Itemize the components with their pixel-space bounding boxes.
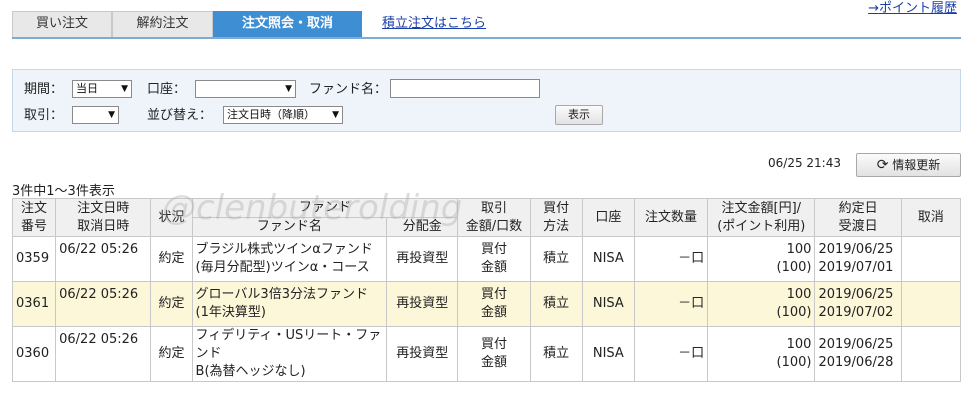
col-order-no: 注文 番号 [11, 198, 57, 237]
order-status: 約定 [150, 326, 193, 382]
order-table: 注文 番号 注文日時 取消日時 状況 ファンド 取引 金額/口数 買付 方法 口座 注文… [11, 198, 962, 382]
cancel-cell [900, 281, 962, 327]
order-date: 06/22 05:26 [55, 236, 152, 282]
col-fund-group: ファンド [191, 198, 459, 218]
distribution: 再投資型 [386, 281, 459, 327]
account-select[interactable]: ▼ [195, 80, 296, 98]
chevron-down-icon: ▼ [108, 110, 115, 120]
cancel-cell [900, 236, 962, 282]
cancel-cell [900, 326, 962, 382]
refresh-button-label: 情報更新 [892, 158, 941, 172]
sort-label: 並び替え： [147, 108, 213, 123]
col-distribution: 分配金 [386, 217, 459, 237]
pay-method: 積立 [529, 326, 583, 382]
account-label: 口座： [147, 82, 187, 97]
amount: 100 (100) [707, 326, 816, 382]
order-date: 06/22 05:26 [55, 281, 152, 327]
account: NISA [581, 326, 635, 382]
table-row[interactable]: 0360 06/22 05:26 約定 フィデリティ・USリート・ファンド B(為… [11, 326, 962, 382]
period-select[interactable]: 当日 ▼ [72, 80, 132, 98]
pay-method: 積立 [529, 236, 583, 282]
col-trade: 取引 金額/口数 [457, 198, 531, 237]
distribution: 再投資型 [386, 236, 459, 282]
sort-select[interactable]: 注文日時（降順） ▼ [223, 106, 343, 124]
dates: 2019/06/25 2019/06/28 [814, 326, 902, 382]
order-status: 約定 [150, 236, 193, 282]
fund-name[interactable]: ブラジル株式ツインαファンド (毎月分配型)ツインα・コース [191, 236, 388, 282]
table-row[interactable]: 0359 06/22 05:26 約定 ブラジル株式ツインαファンド (毎月分配型… [11, 236, 962, 282]
update-timestamp: 06/25 21:43 [768, 156, 841, 170]
accumulation-order-link[interactable]: 積立注文はこちら [382, 12, 486, 31]
refresh-icon: ⟳ [876, 157, 889, 173]
fund-name[interactable]: グローバル3倍3分法ファンド (1年決算型) [191, 281, 388, 327]
period-select-value: 当日 [76, 82, 98, 95]
display-button[interactable]: 表示 [555, 105, 603, 125]
order-status: 約定 [150, 281, 193, 327]
trade-label: 取引： [24, 108, 64, 123]
distribution: 再投資型 [386, 326, 459, 382]
period-label: 期間： [24, 82, 64, 97]
trade-type: 買付 金額 [457, 326, 531, 382]
dates: 2019/06/25 2019/07/02 [814, 281, 902, 327]
filter-panel: 期間： 当日 ▼ 口座： ▼ ファンド名： 取引： ▼ 並び替え： 注文日時（降… [12, 69, 961, 132]
trade-type: 買付 金額 [457, 236, 531, 282]
col-quantity: 注文数量 [633, 198, 709, 237]
account: NISA [581, 281, 635, 327]
sort-select-value: 注文日時（降順） [227, 108, 315, 121]
amount: 100 (100) [707, 281, 816, 327]
tab-cancel-order[interactable]: 解約注文 [112, 11, 213, 37]
col-amount: 注文金額[円]/(ポイント利用) [707, 198, 816, 237]
trade-type: 買付 金額 [457, 281, 531, 327]
col-order-date: 注文日時 取消日時 [55, 198, 152, 237]
tab-buy-order[interactable]: 買い注文 [12, 11, 112, 37]
order-no: 0360 [11, 326, 57, 382]
quantity: －口 [633, 281, 709, 327]
pay-method: 積立 [529, 281, 583, 327]
chevron-down-icon: ▼ [285, 84, 292, 94]
order-date: 06/22 05:26 [55, 326, 152, 382]
fund-name-input[interactable] [390, 79, 540, 98]
col-fund-name: ファンド名 [191, 217, 388, 237]
table-header-row: 注文 番号 注文日時 取消日時 状況 ファンド 取引 金額/口数 買付 方法 口座 注文… [11, 198, 962, 237]
table-row[interactable]: 0361 06/22 05:26 約定 グローバル3倍3分法ファンド (1年決算型… [11, 281, 962, 327]
order-no: 0361 [11, 281, 57, 327]
quantity: －口 [633, 236, 709, 282]
refresh-button[interactable]: ⟳ 情報更新 [856, 153, 961, 177]
col-cancel: 取消 [900, 198, 962, 237]
chevron-down-icon: ▼ [332, 110, 339, 120]
trade-select[interactable]: ▼ [72, 106, 119, 124]
tab-order-inquiry[interactable]: 注文照会・取消 [213, 11, 362, 37]
col-pay-method: 買付 方法 [529, 198, 583, 237]
col-account: 口座 [581, 198, 635, 237]
quantity: －口 [633, 326, 709, 382]
fund-name[interactable]: フィデリティ・USリート・ファンド B(為替ヘッジなし) [191, 326, 388, 382]
order-no: 0359 [11, 236, 57, 282]
chevron-down-icon: ▼ [121, 84, 128, 94]
account: NISA [581, 236, 635, 282]
fund-name-label: ファンド名： [309, 82, 388, 97]
dates: 2019/06/25 2019/07/01 [814, 236, 902, 282]
col-status: 状況 [150, 198, 193, 237]
amount: 100 (100) [707, 236, 816, 282]
order-tabs: 買い注文 解約注文 注文照会・取消 積立注文はこちら [12, 11, 961, 39]
result-count: 3件中1～3件表示 [12, 184, 115, 199]
col-dates: 約定日 受渡日 [814, 198, 902, 237]
